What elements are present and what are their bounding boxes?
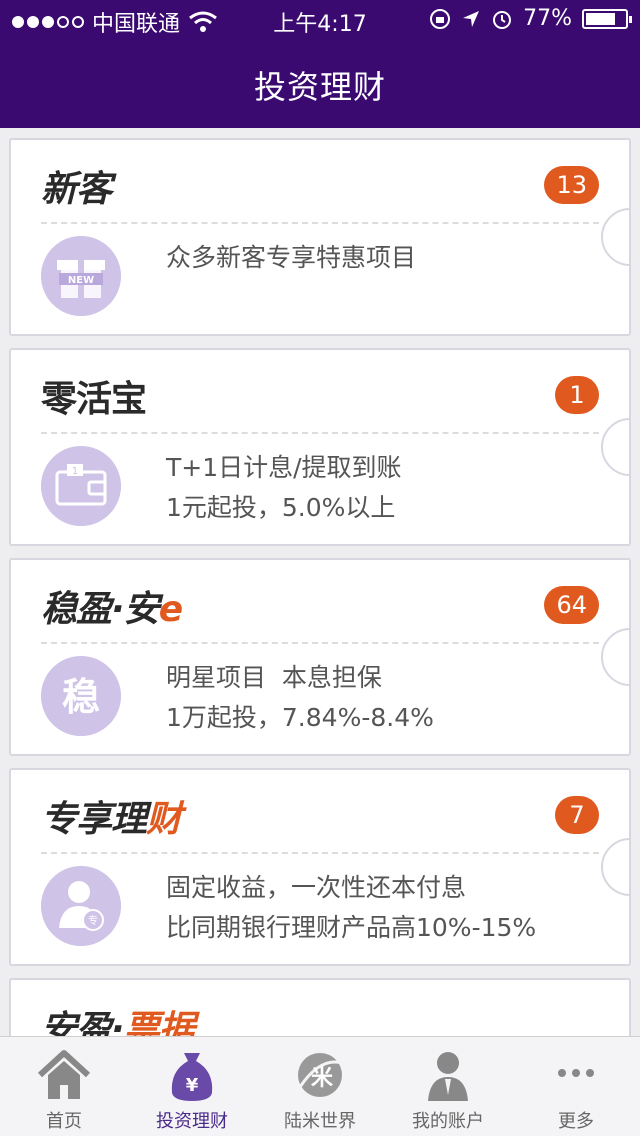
wallet-icon: 1 [41,446,121,526]
account-person-icon [428,1052,468,1101]
home-icon [37,1050,91,1099]
card-title: 安盈·票据 [41,1000,195,1036]
new-gift-icon: NEW [41,236,121,316]
card-description: T+1日计息/提取到账 1元起投，5.0%以上 [166,448,402,528]
battery-fill [586,12,616,25]
divider [41,642,599,644]
desc-line: T+1日计息/提取到账 [166,453,402,482]
svg-text:稳: 稳 [62,675,100,719]
card-title-accent: e [158,589,183,630]
wen-character-icon: 稳 [41,656,121,736]
product-card-linghuobao[interactable]: 零活宝 1 1 T+1日计息/提取到账 1元起投，5.0%以上 [9,348,631,546]
divider [41,852,599,854]
count-badge: 13 [544,166,599,204]
svg-text:¥: ¥ [186,1075,199,1096]
card-title-accent: 财 [146,799,182,840]
battery-percent: 77% [523,6,572,31]
desc-line: 固定收益，一次性还本付息 [166,873,467,902]
page-title: 投资理财 [253,68,386,106]
divider [41,222,599,224]
tab-bar: 首页 ¥ 投资理财 米 陆米世界 我的账户 更多 [0,1036,640,1136]
product-card-anying-piaoju[interactable]: 安盈·票据 [9,978,631,1036]
tab-my-account[interactable]: 我的账户 [384,1037,512,1136]
divider [41,432,599,434]
battery-icon [582,8,632,29]
card-notch [601,418,629,476]
rotation-lock-icon [430,8,451,29]
svg-text:米: 米 [311,1066,334,1091]
card-title: 新客 [41,160,112,212]
desc-line: 比同期银行理财产品高10%-15% [166,913,537,942]
money-bag-icon: ¥ [171,1053,213,1101]
card-title-main: 专享理 [41,799,147,840]
tab-label: 首页 [46,1111,82,1132]
location-arrow-icon [463,10,480,27]
card-notch [601,208,629,266]
card-description: 众多新客专享特惠项目 [166,238,416,278]
tab-label: 更多 [558,1111,594,1132]
card-title-main: 零活宝 [41,379,147,420]
lumi-icon: 米 [298,1053,343,1097]
alarm-icon [493,10,512,29]
product-card-zhuanxiang-licai[interactable]: 专享理财 7 专 固定收益，一次性还本付息 比同期银行理财产品高10%-15% [9,768,631,966]
card-notch [601,628,629,686]
tab-label: 陆米世界 [284,1111,356,1132]
card-title-accent: 票据 [123,1009,195,1036]
svg-text:NEW: NEW [68,275,94,286]
desc-line: 1元起投，5.0%以上 [166,493,396,522]
tab-label: 我的账户 [412,1111,484,1132]
more-dots-icon [558,1069,594,1077]
status-right: 77% [429,6,632,31]
tab-invest[interactable]: ¥ 投资理财 [128,1037,256,1136]
card-notch [601,838,629,896]
desc-line: 1万起投，7.84%-8.4% [166,703,434,732]
card-title-main: 稳盈·安 [41,589,160,630]
tab-more[interactable]: 更多 [512,1037,640,1136]
product-card-wenying-an-e[interactable]: 稳盈·安e 64 稳 明星项目 本息担保 1万起投，7.84%-8.4% [9,558,631,756]
tab-lumi-world[interactable]: 米 陆米世界 [256,1037,384,1136]
svg-text:专: 专 [88,914,98,927]
tab-home[interactable]: 首页 [0,1037,128,1136]
product-list[interactable]: 新客 13 NEW 众多新客专享特惠项目 零活宝 1 1 T+1日计息/提取到账… [0,128,640,1036]
product-card-xinke[interactable]: 新客 13 NEW 众多新客专享特惠项目 [9,138,631,336]
desc-line: 明星项目 本息担保 [166,663,382,692]
svg-text:1: 1 [72,466,78,477]
card-description: 明星项目 本息担保 1万起投，7.84%-8.4% [166,658,434,738]
card-description: 固定收益，一次性还本付息 比同期银行理财产品高10%-15% [166,868,536,948]
tab-label: 投资理财 [156,1111,228,1132]
status-bar: 中国联通 上午4:17 77% [0,0,640,40]
count-badge: 7 [555,796,599,834]
card-title-main: 新客 [41,169,112,210]
count-badge: 1 [555,376,599,414]
desc-line: 众多新客专享特惠项目 [166,243,417,272]
card-title: 专享理财 [41,790,182,842]
card-title: 零活宝 [41,370,147,422]
app-header: 中国联通 上午4:17 77% 投资理财 [0,0,640,128]
count-badge: 64 [544,586,599,624]
card-title-main: 安盈· [41,1009,125,1036]
vip-person-icon: 专 [41,866,121,946]
card-title: 稳盈·安e [41,580,183,632]
